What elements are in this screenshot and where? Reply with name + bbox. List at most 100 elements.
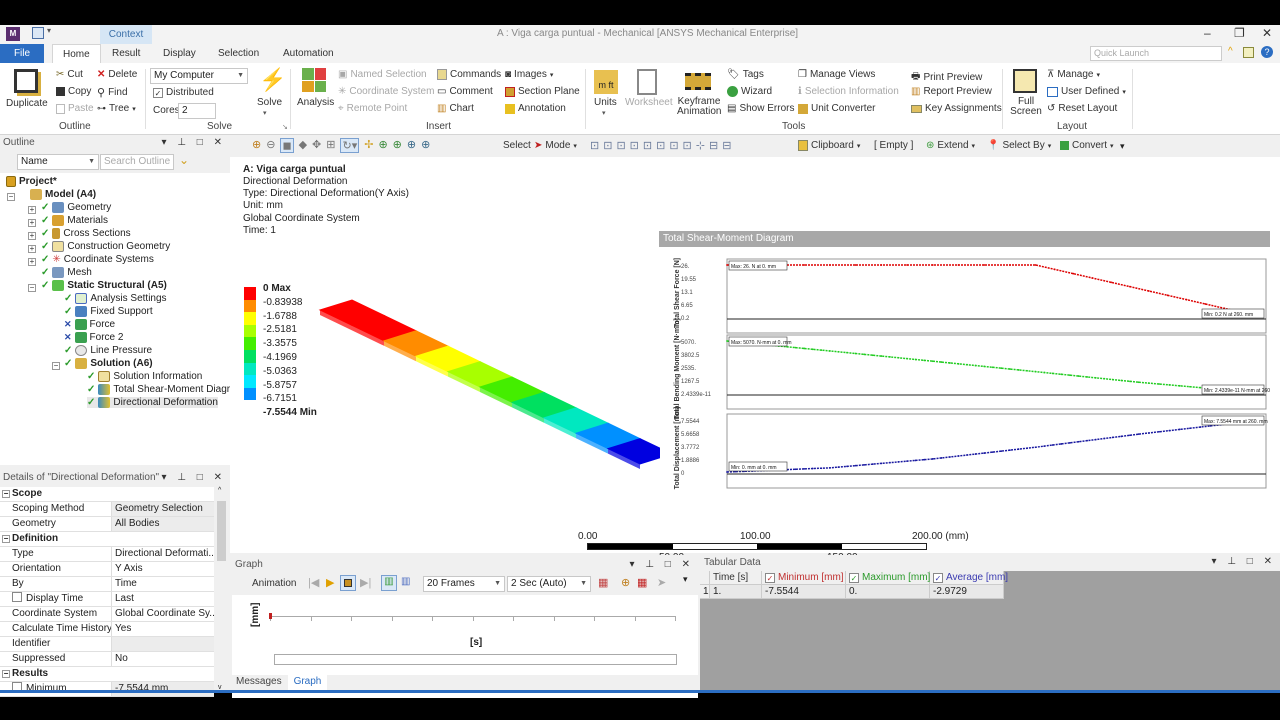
tree-item-static-structural[interactable]: ✓ Static Structural (A5) (41, 280, 167, 291)
wireframe-view-icon[interactable]: ◆ (299, 138, 307, 153)
cut-button[interactable]: ✂ Cut (56, 69, 83, 80)
column-header[interactable]: ✓ Maximum [mm] (846, 571, 930, 585)
tree-item-project[interactable]: Project* (6, 176, 57, 187)
duration-select[interactable]: 2 Sec (Auto) ▼ (507, 576, 591, 592)
zoom-in-icon[interactable]: ⊕ (252, 138, 261, 153)
annotation-button[interactable]: Annotation (505, 103, 566, 114)
tree-item-solution-information[interactable]: ✓ Solution Information (87, 371, 202, 382)
mode-button[interactable]: ➤ Mode ▾ (534, 140, 577, 151)
extend-button[interactable]: ⊛ Extend ▾ (926, 140, 975, 151)
details-section-header[interactable]: − Definition (0, 532, 214, 547)
table-cell[interactable]: 0. (846, 585, 930, 599)
clipboard-button[interactable]: Clipboard ▾ (798, 140, 860, 151)
previous-frame-icon[interactable]: |◀ (308, 576, 319, 589)
expand-icon[interactable]: + (28, 245, 36, 253)
restore-button[interactable]: ❐ (1234, 26, 1245, 40)
property-value[interactable]: Global Coordinate Sy... (112, 607, 214, 621)
collapse-icon[interactable]: − (7, 193, 15, 201)
expand-icon[interactable]: + (28, 206, 36, 214)
details-scrollbar[interactable]: ^ v (216, 487, 227, 693)
pan-icon[interactable]: ✥ (312, 138, 321, 153)
frames-select[interactable]: 20 Frames ▼ (423, 576, 505, 592)
time-marker[interactable] (269, 613, 272, 619)
fit-icon[interactable]: ✢ (364, 138, 373, 153)
collapse-icon[interactable]: − (2, 670, 10, 678)
tree-item-mesh[interactable]: ✓ Mesh (41, 267, 92, 278)
vertex-filter-icon[interactable]: ⊡ (590, 139, 599, 152)
property-value[interactable]: All Bodies (112, 517, 214, 531)
graphics-viewport[interactable]: A: Viga carga puntual Directional Deform… (230, 157, 1280, 563)
zoom-all-icon[interactable]: ⊕ (421, 138, 430, 153)
chevron-down-icon[interactable]: ▾ (602, 109, 606, 117)
details-row[interactable]: Display Time Last (0, 592, 214, 607)
expand-icon[interactable]: + (28, 219, 36, 227)
property-value[interactable]: Yes (112, 622, 214, 636)
duplicate-button[interactable]: Duplicate (6, 98, 48, 109)
find-button[interactable]: ⚲ Find (97, 86, 128, 99)
dialog-launcher-icon[interactable]: ↘ (282, 123, 288, 131)
outline-filter-select[interactable]: Name ▼ (17, 154, 99, 170)
table-cell[interactable]: -2.9729 (930, 585, 1004, 599)
duplicate-icon[interactable] (14, 69, 38, 93)
element-filter-icon[interactable]: ⊡ (656, 139, 665, 152)
details-row[interactable]: Suppressed No (0, 652, 214, 667)
search-dropdown-icon[interactable]: ⌄ (179, 153, 189, 167)
zoom-box-icon[interactable]: ⊕ (393, 138, 402, 153)
zoom-window-icon[interactable]: ⊕ (407, 138, 416, 153)
tab-automation[interactable]: Automation (273, 44, 344, 63)
reset-layout-button[interactable]: ↺ Reset Layout (1047, 103, 1117, 114)
analysis-icon[interactable] (302, 68, 326, 92)
minimize-button[interactable]: – (1204, 26, 1211, 40)
wizard-button[interactable]: Wizard (727, 86, 772, 97)
lightning-bolt-icon[interactable]: ⚡ (259, 67, 286, 93)
tree-item-line-pressure[interactable]: ✓ Line Pressure (64, 345, 152, 356)
analysis-button[interactable]: Analysis (297, 97, 334, 108)
search-outline-input[interactable]: Search Outline (100, 154, 174, 170)
named-selection-button[interactable]: ▣ Named Selection (338, 69, 427, 80)
column-visibility-checkbox[interactable]: ✓ (849, 573, 859, 583)
zoom-to-fit-icon[interactable]: ⊕ (621, 576, 630, 589)
details-row[interactable]: Orientation Y Axis (0, 562, 214, 577)
tree-button[interactable]: ⊶ Tree ▾ (97, 103, 136, 114)
zoom-fit-icon[interactable]: ⊕ (378, 138, 387, 153)
worksheet-icon[interactable] (637, 69, 657, 95)
solve-target-select[interactable]: My Computer ▼ (150, 68, 248, 84)
collapse-icon[interactable]: − (52, 362, 60, 370)
images-button[interactable]: ◙ Images ▾ (505, 69, 553, 80)
export-video-icon[interactable]: ▦ (598, 576, 608, 589)
cores-input[interactable]: 2 (178, 103, 216, 119)
toolbar-overflow-icon[interactable]: ▾ (1120, 141, 1125, 152)
solve-button[interactable]: Solve (257, 97, 282, 108)
panel-controls[interactable]: ▾ ⊥ □ ✕ (1212, 556, 1276, 567)
tab-result[interactable]: Result (102, 44, 150, 63)
unit-converter-button[interactable]: Unit Converter (798, 103, 875, 114)
property-value[interactable]: Y Axis (112, 562, 214, 576)
details-section-header[interactable]: − Scope (0, 487, 214, 502)
tab-selection[interactable]: Selection (208, 44, 269, 63)
tree-item-cross-sections[interactable]: ✓ Cross Sections (41, 228, 131, 239)
column-header[interactable]: ✓ Minimum [mm] (762, 571, 846, 585)
details-row[interactable]: Identifier (0, 637, 214, 652)
tree-item-construction-geometry[interactable]: ✓ Construction Geometry (41, 241, 170, 252)
chevron-down-icon[interactable]: ▾ (263, 109, 267, 117)
full-screen-icon[interactable] (1013, 69, 1037, 93)
property-value[interactable]: -7.5544 mm (112, 682, 214, 696)
chart-button[interactable]: ▥ Chart (437, 103, 474, 114)
commands-button[interactable]: Commands (437, 69, 501, 80)
checkbox[interactable] (12, 592, 22, 602)
coordinate-filter-icon[interactable]: ⊹ (696, 139, 705, 152)
keyframe-animation-icon[interactable] (685, 73, 711, 90)
details-row[interactable]: Scoping Method Geometry Selection (0, 502, 214, 517)
next-frame-icon[interactable]: ▶| (360, 576, 371, 589)
column-visibility-checkbox[interactable]: ✓ (933, 573, 943, 583)
solid-view-icon[interactable]: ◼ (280, 138, 294, 153)
manage-button[interactable]: ⊼ Manage ▾ (1047, 69, 1100, 80)
time-slider-bar[interactable] (274, 654, 677, 665)
element-face-filter-icon[interactable]: ⊡ (669, 139, 678, 152)
tree-item-total-shear-moment-diagram[interactable]: ✓ Total Shear-Moment Diagram (87, 384, 244, 395)
selection-information-button[interactable]: ℹ Selection Information (798, 86, 899, 97)
result-frames-icon[interactable]: ▥ (401, 576, 410, 587)
tab-messages[interactable]: Messages (230, 675, 288, 690)
comment-button[interactable]: ▭ Comment (437, 86, 493, 97)
tab-display[interactable]: Display (153, 44, 206, 63)
